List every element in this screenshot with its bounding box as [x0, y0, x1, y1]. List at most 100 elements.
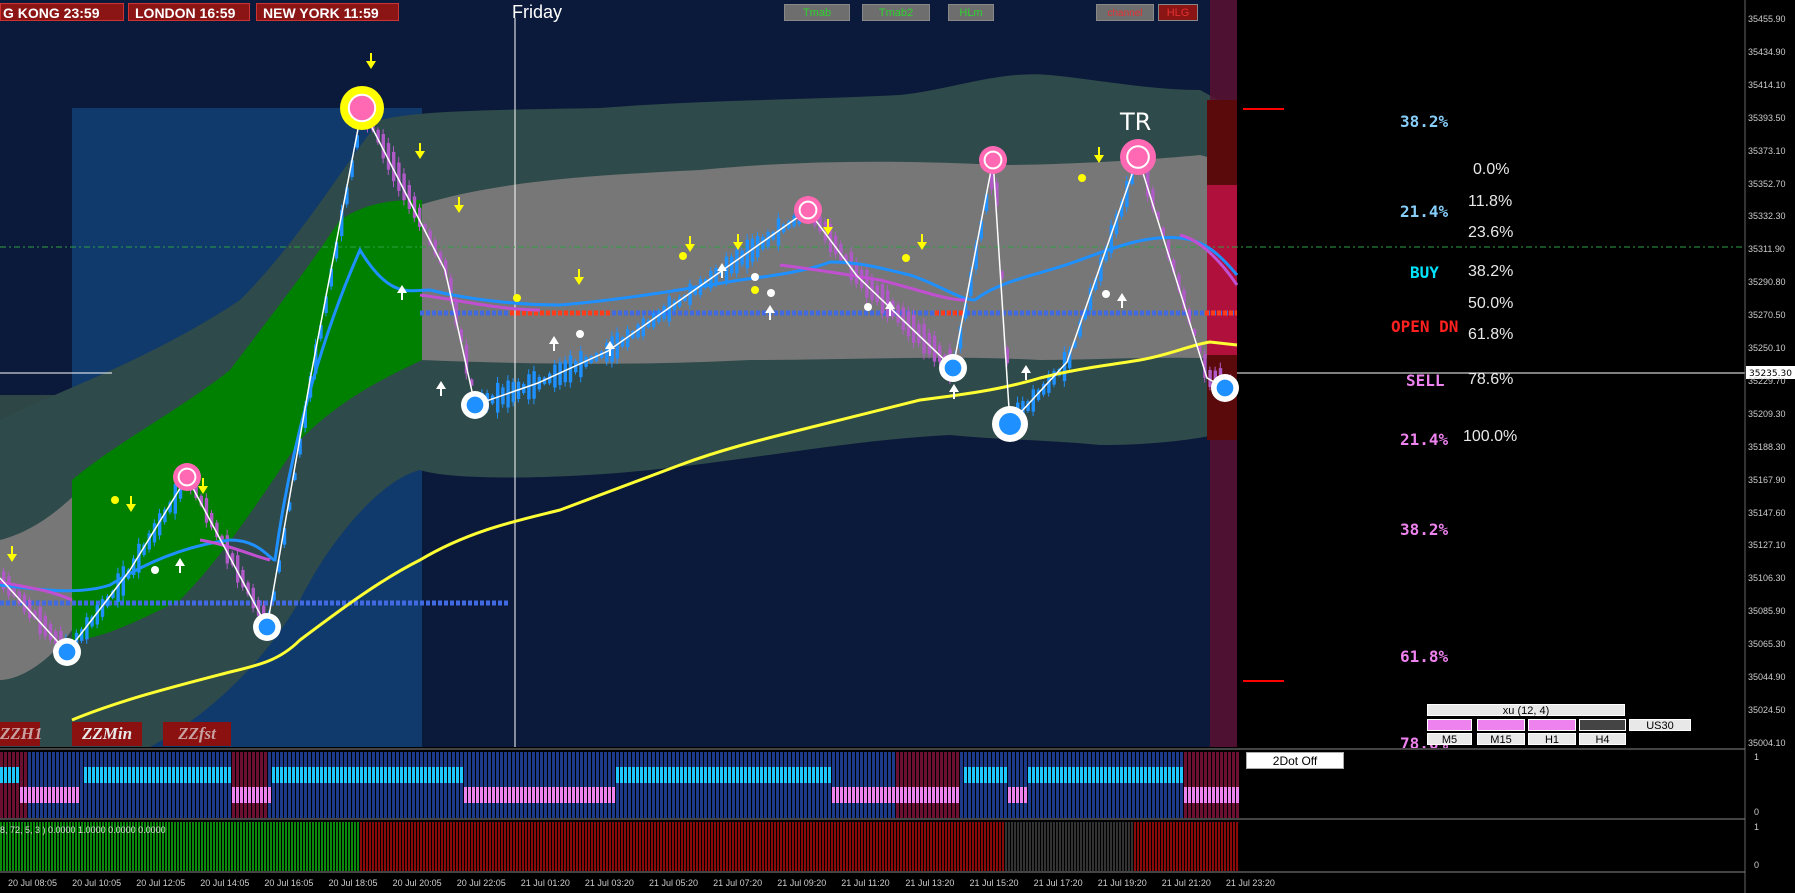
- sub1-bar: [600, 752, 603, 818]
- sub1-bar: [196, 752, 199, 818]
- price-tick: 35373.10: [1748, 145, 1786, 156]
- channel-button[interactable]: channel: [1096, 4, 1154, 21]
- sub1-bar: [524, 752, 527, 818]
- sub1-bar: [1232, 752, 1235, 818]
- sub1-cyan-bar: [964, 767, 967, 783]
- sub1-bar: [1020, 752, 1023, 818]
- yellow-dot: [679, 252, 687, 260]
- sub1-cyan-bar: [328, 767, 331, 783]
- tf-m15[interactable]: M15: [1477, 733, 1525, 746]
- sub1-cyan-bar: [660, 767, 663, 783]
- sub2-bar: [273, 822, 275, 871]
- sub1-cyan-bar: [408, 767, 411, 783]
- tf-color-m15: [1477, 719, 1525, 731]
- sub1-bar: [184, 752, 187, 818]
- sub1-pink-bar: [560, 787, 563, 803]
- tmab-button[interactable]: Tmab: [784, 4, 850, 21]
- sub1-cyan-bar: [812, 767, 815, 783]
- zzfst-button[interactable]: ZZfst: [163, 722, 231, 746]
- sub1-pink-bar: [1216, 787, 1219, 803]
- price-tick: 35004.10: [1748, 737, 1786, 748]
- sub1-bar: [588, 752, 591, 818]
- sub1-bar: [508, 752, 511, 818]
- sub1-bar: [188, 752, 191, 818]
- sub1-cyan-bar: [816, 767, 819, 783]
- sub1-cyan-bar: [1164, 767, 1167, 783]
- sub1-pink-bar: [1200, 787, 1203, 803]
- sub1-bar: [668, 752, 671, 818]
- sub1-bar: [824, 752, 827, 818]
- sub2-bar: [672, 822, 674, 871]
- price-chart[interactable]: TR 35235.30: [0, 0, 1795, 893]
- tf-h1[interactable]: H1: [1528, 733, 1576, 746]
- tmab2-button[interactable]: Tmab2: [862, 4, 930, 21]
- hlg-button[interactable]: HLG: [1158, 4, 1198, 21]
- sub1-scale-top: 1: [1754, 752, 1760, 762]
- sub2-bar: [1080, 822, 1082, 871]
- sub2-bar: [642, 822, 644, 871]
- sub1-cyan-bar: [748, 767, 751, 783]
- sub1-bar: [152, 752, 155, 818]
- sub1-pink-bar: [472, 787, 475, 803]
- sub1-bar: [344, 752, 347, 818]
- sub1-cyan-bar: [740, 767, 743, 783]
- sub1-bar: [696, 752, 699, 818]
- sub1-pink-bar: [844, 787, 847, 803]
- sub2-bar: [1029, 822, 1031, 871]
- hlm-button[interactable]: HLm: [948, 4, 994, 21]
- sub1-pink-bar: [1232, 787, 1235, 803]
- sub1-cyan-bar: [308, 767, 311, 783]
- sub1-bar: [468, 752, 471, 818]
- sub2-bar: [999, 822, 1001, 871]
- sub2-bar: [201, 822, 203, 871]
- sub1-bar: [68, 752, 71, 818]
- sub2-bar: [1212, 822, 1214, 871]
- sub2-bar: [255, 822, 257, 871]
- sub1-bar: [260, 752, 263, 818]
- two-dot-off-button[interactable]: 2Dot Off: [1246, 752, 1344, 769]
- sub1-pink-bar: [1208, 787, 1211, 803]
- zzh1-button[interactable]: ZZH1: [0, 722, 43, 746]
- sub2-bar: [216, 822, 218, 871]
- sub1-cyan-bar: [656, 767, 659, 783]
- sub2-bar: [1011, 822, 1013, 871]
- sub1-cyan-bar: [368, 767, 371, 783]
- sub1-bar: [1136, 752, 1139, 818]
- sub2-bar: [1023, 822, 1025, 871]
- sub2-bar: [1131, 822, 1133, 871]
- zzmin-button[interactable]: ZZMin: [72, 722, 142, 746]
- tf-m5[interactable]: M5: [1427, 733, 1472, 746]
- sub1-cyan-bar: [216, 767, 219, 783]
- sub1-bar: [1148, 752, 1151, 818]
- sub2-bar: [636, 822, 638, 871]
- sub1-cyan-bar: [1004, 767, 1007, 783]
- sub1-pink-bar: [32, 787, 35, 803]
- sub2-bar: [1041, 822, 1043, 871]
- sub2-bar: [984, 822, 986, 871]
- sub1-pink-bar: [592, 787, 595, 803]
- sub1-bar: [168, 752, 171, 818]
- sub2-bar: [837, 822, 839, 871]
- sub2-bar: [393, 822, 395, 871]
- sub2-bar: [1104, 822, 1106, 871]
- sub1-pink-bar: [588, 787, 591, 803]
- sub1-bar: [384, 752, 387, 818]
- sub2-bar: [486, 822, 488, 871]
- sub1-cyan-bar: [1064, 767, 1067, 783]
- sub1-cyan-bar: [424, 767, 427, 783]
- sub1-bar: [220, 752, 223, 818]
- sub2-bar: [750, 822, 752, 871]
- sub2-bar: [1149, 822, 1151, 871]
- sub1-bar: [364, 752, 367, 818]
- tf-h4[interactable]: H4: [1579, 733, 1626, 746]
- sub2-bar: [441, 822, 443, 871]
- sub1-cyan-bar: [364, 767, 367, 783]
- sub1-cyan-bar: [1072, 767, 1075, 783]
- sub2-bar: [225, 822, 227, 871]
- sub1-bar: [1188, 752, 1191, 818]
- sub1-bar: [360, 752, 363, 818]
- sub1-bar: [796, 752, 799, 818]
- sub1-bar: [16, 752, 19, 818]
- yellow-dot: [513, 294, 521, 302]
- sub1-bar: [680, 752, 683, 818]
